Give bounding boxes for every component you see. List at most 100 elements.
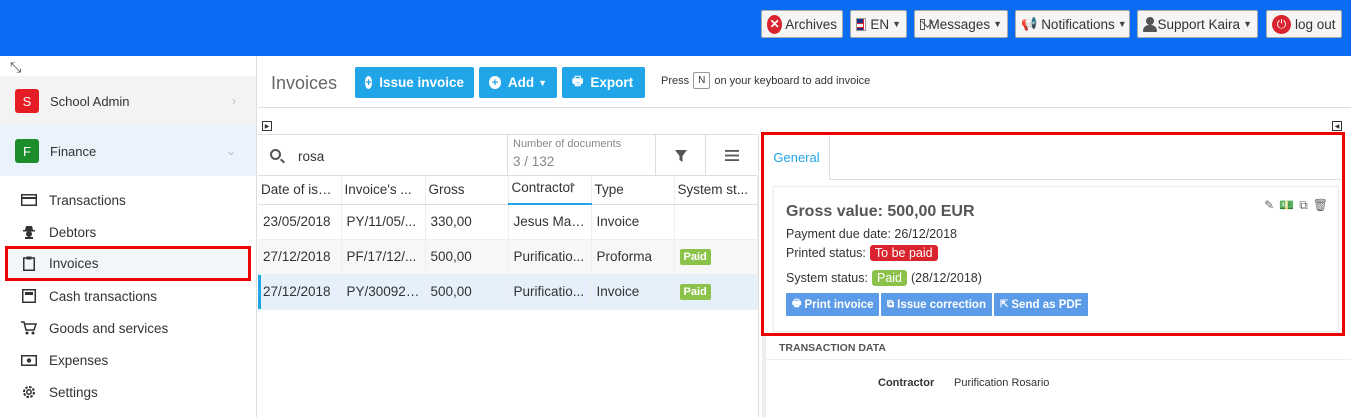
issue-invoice-button[interactable]: + Issue invoice bbox=[355, 67, 474, 98]
cell-gross: 330,00 bbox=[425, 204, 509, 240]
menu-button[interactable] bbox=[705, 135, 757, 176]
sidebar-item-label: Goods and services bbox=[49, 320, 169, 336]
sidebar-item-label: Transactions bbox=[49, 192, 126, 208]
module-label: Finance bbox=[50, 143, 97, 159]
transaction-data-section: TRANSACTION DATA Contractor Purification… bbox=[762, 336, 1351, 417]
status-badge: Paid bbox=[871, 270, 908, 286]
cell-date: 23/05/2018 bbox=[258, 204, 342, 240]
money-icon bbox=[19, 354, 39, 366]
close-circle-icon: ✕ bbox=[767, 14, 783, 34]
logout-label: log out bbox=[1295, 16, 1336, 32]
issue-correction-button[interactable]: ⧉ Issue correction bbox=[881, 293, 992, 316]
cell-contractor: Purificatio... bbox=[508, 239, 592, 275]
trash-icon[interactable]: 🗑 bbox=[1313, 198, 1328, 213]
archives-button[interactable]: ✕ Archives bbox=[761, 10, 843, 38]
chevron-down-icon: ▼ bbox=[892, 19, 901, 29]
messages-button[interactable]: Messages ▼ bbox=[914, 10, 1008, 38]
cash-register-icon bbox=[19, 289, 39, 303]
uk-flag-icon bbox=[856, 17, 867, 31]
notifications-label: Notifications bbox=[1041, 16, 1115, 32]
power-icon: ⏻ bbox=[1272, 14, 1291, 34]
add-label: Add bbox=[507, 75, 535, 90]
column-header-system-status[interactable]: System st... bbox=[674, 176, 758, 205]
table-row[interactable]: 23/05/2018 PY/11/05/... 330,00 Jesus Mar… bbox=[258, 204, 758, 240]
contractor-label: Contractor bbox=[878, 377, 935, 389]
money-icon[interactable]: 💵 bbox=[1279, 198, 1294, 213]
cart-icon bbox=[19, 321, 39, 335]
search-row: Number of documents 3 / 132 bbox=[258, 134, 757, 176]
main-header: Invoices + Issue invoice + Add ▼ 🖶 Expor… bbox=[258, 56, 1351, 108]
system-label: System status: bbox=[786, 271, 868, 285]
cell-type: Invoice bbox=[591, 274, 675, 310]
column-header-label: Contractor bbox=[511, 180, 575, 195]
cell-contractor: Jesus Mar... bbox=[508, 204, 592, 240]
sidebar-item-label: Settings bbox=[49, 384, 98, 400]
plus-circle-icon: + bbox=[489, 76, 501, 89]
sidebar-item-invoices[interactable]: Invoices bbox=[5, 246, 251, 281]
print-invoice-button[interactable]: 🖶 Print invoice bbox=[786, 293, 880, 316]
chevron-down-icon: ▼ bbox=[1243, 19, 1252, 29]
bullhorn-icon: 📢 bbox=[1021, 16, 1038, 31]
print-invoice-label: Print invoice bbox=[804, 298, 874, 311]
detail-tabs: General bbox=[764, 135, 1342, 180]
document-count-value: 3 / 132 bbox=[513, 154, 555, 169]
sidebar-item-label: Invoices bbox=[49, 256, 99, 271]
status-badge: Paid bbox=[679, 249, 711, 265]
notifications-button[interactable]: 📢 Notifications ▼ bbox=[1015, 10, 1130, 38]
sidebar-item-goods-and-services[interactable]: Goods and services bbox=[5, 312, 251, 344]
table-row[interactable]: 27/12/2018 PF/17/12/... 500,00 Purificat… bbox=[258, 239, 758, 275]
column-header-gross[interactable]: Gross bbox=[425, 176, 509, 205]
filter-icon bbox=[674, 149, 687, 162]
language-label: EN bbox=[870, 16, 890, 32]
user-menu-button[interactable]: Support Kaira ▼ bbox=[1137, 10, 1258, 38]
copy-icon[interactable]: ⧉ bbox=[1299, 198, 1308, 213]
chevron-down-icon: ⌄ bbox=[225, 144, 236, 158]
add-button[interactable]: + Add ▼ bbox=[479, 67, 557, 98]
language-select[interactable]: EN ▼ bbox=[850, 10, 907, 38]
search-input[interactable] bbox=[298, 145, 498, 167]
cell-number: PY/300925... bbox=[341, 274, 426, 310]
document-count-label: Number of documents bbox=[513, 138, 622, 150]
envelope-icon bbox=[920, 18, 925, 30]
cell-date: 27/12/2018 bbox=[258, 239, 342, 275]
issue-correction-label: Issue correction bbox=[897, 298, 986, 311]
status-badge: Paid bbox=[679, 284, 711, 300]
section-title: TRANSACTION DATA bbox=[762, 336, 1351, 417]
card-tools: ✎ 💵 ⧉ 🗑 bbox=[1264, 198, 1328, 213]
module-school-admin[interactable]: S School Admin › bbox=[0, 76, 256, 126]
edit-icon[interactable]: ✎ bbox=[1264, 198, 1274, 213]
gear-icon bbox=[19, 384, 39, 400]
sidebar-item-cash-transactions[interactable]: Cash transactions bbox=[5, 280, 251, 312]
sidebar-item-debtors[interactable]: Debtors bbox=[5, 216, 251, 248]
logout-button[interactable]: ⏻ log out bbox=[1266, 10, 1342, 38]
expand-panel-icon[interactable]: ▶ bbox=[262, 121, 272, 131]
sidebar-item-transactions[interactable]: Transactions bbox=[5, 184, 251, 216]
sidebar-item-label: Expenses bbox=[49, 352, 109, 368]
user-label: Support Kaira bbox=[1157, 16, 1241, 32]
collapse-panel-icon[interactable]: ◀ bbox=[1332, 121, 1342, 131]
collapse-arrows-icon[interactable]: ⤡ bbox=[10, 59, 21, 76]
tab-general[interactable]: General bbox=[764, 135, 830, 180]
column-header-date[interactable]: Date of issue bbox=[258, 176, 342, 205]
sidebar-item-label: Debtors bbox=[49, 224, 97, 240]
print-icon: 🖶 bbox=[572, 74, 584, 88]
module-label: School Admin bbox=[50, 93, 130, 109]
column-header-number[interactable]: Invoice's ... bbox=[341, 176, 426, 205]
send-pdf-label: Send as PDF bbox=[1011, 298, 1082, 311]
table-row[interactable]: 27/12/2018 PY/300925... 500,00 Purificat… bbox=[258, 274, 758, 310]
column-header-contractor[interactable]: Contractor🡑 bbox=[508, 176, 592, 205]
filter-button[interactable] bbox=[655, 135, 705, 176]
export-button[interactable]: 🖶 Export bbox=[562, 67, 645, 98]
panel-divider[interactable] bbox=[758, 134, 759, 417]
module-finance[interactable]: F Finance ⌄ bbox=[0, 126, 256, 176]
invoice-table: Date of issue Invoice's ... Gross Contra… bbox=[258, 176, 758, 310]
column-header-type[interactable]: Type bbox=[591, 176, 675, 205]
system-status-line: System status: Paid (28/12/2018) bbox=[786, 270, 982, 286]
send-icon: ⇱ bbox=[1000, 299, 1009, 310]
send-pdf-button[interactable]: ⇱ Send as PDF bbox=[994, 293, 1088, 316]
document-count: Number of documents 3 / 132 bbox=[507, 135, 655, 176]
cell-gross: 500,00 bbox=[425, 239, 509, 275]
sidebar-item-expenses[interactable]: Expenses bbox=[5, 344, 251, 376]
sidebar-item-settings[interactable]: Settings bbox=[5, 376, 251, 408]
cell-date: 27/12/2018 bbox=[258, 274, 342, 310]
